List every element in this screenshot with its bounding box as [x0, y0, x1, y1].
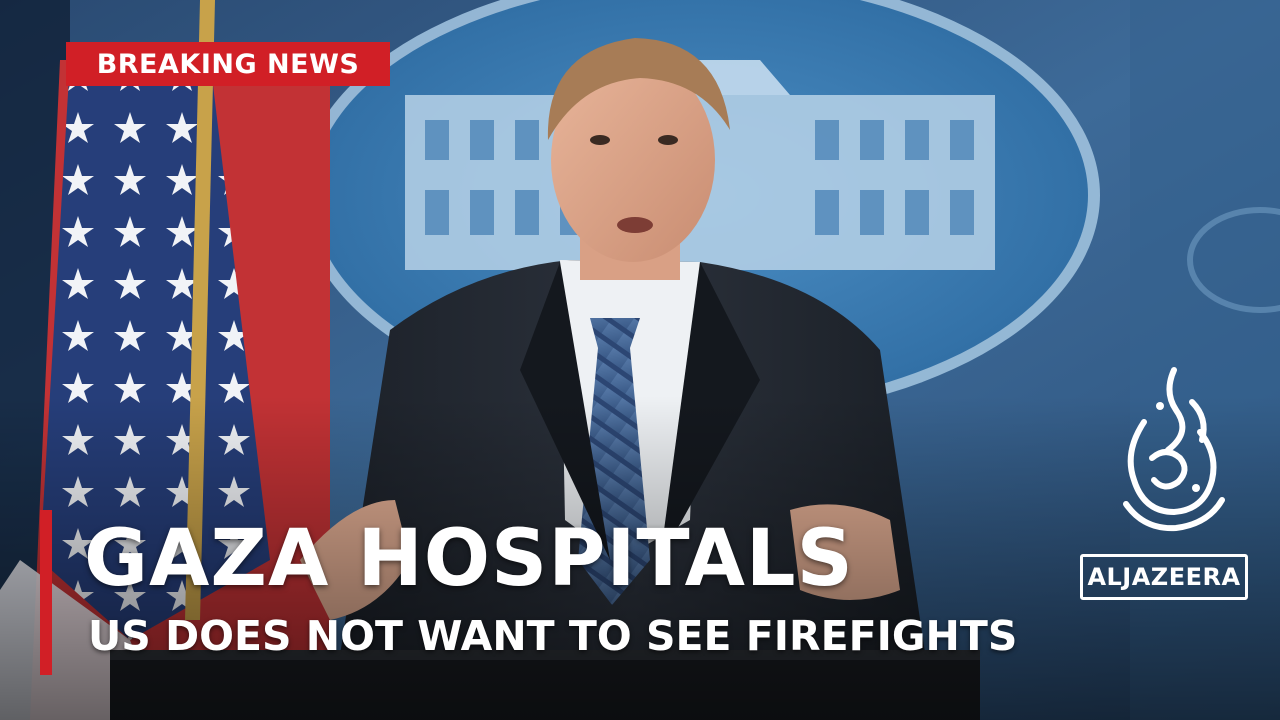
aljazeera-wordmark: ALJAZEERA: [1080, 554, 1248, 600]
subheadline-text: US DOES NOT WANT TO SEE FIREFIGHTS: [88, 612, 1018, 660]
headline-text: GAZA HOSPITALS: [84, 514, 854, 604]
headline-accent-bar: [40, 510, 52, 675]
aljazeera-calligraphy-icon: [1123, 367, 1225, 532]
video-frame: BREAKING NEWS GAZA HOSPITALS US DOES NOT…: [0, 0, 1280, 720]
breaking-news-badge: BREAKING NEWS: [66, 42, 390, 86]
